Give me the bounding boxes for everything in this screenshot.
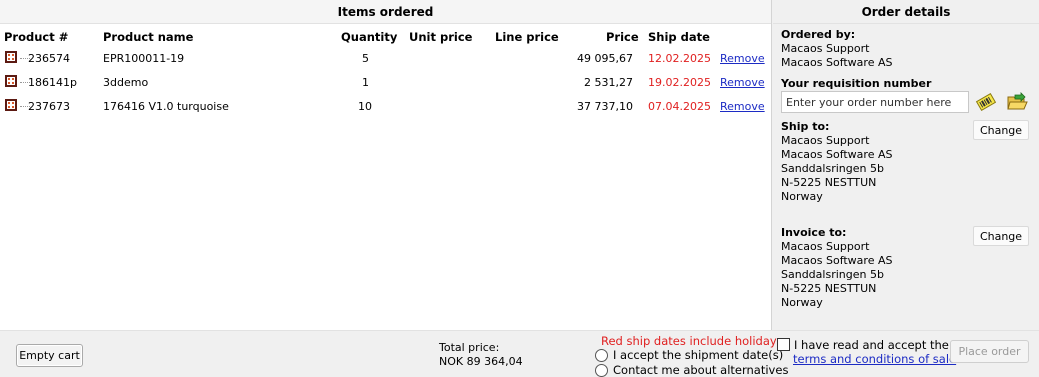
address-line: Macaos Support bbox=[781, 134, 870, 147]
ship-to-address: Macaos Support Macaos Software AS Sandda… bbox=[781, 134, 892, 204]
order-details-title: Order details bbox=[773, 0, 1039, 24]
place-order-button[interactable]: Place order bbox=[950, 340, 1029, 363]
address-line: N-5225 NESTTUN bbox=[781, 282, 877, 295]
col-quantity[interactable]: Quantity bbox=[341, 30, 397, 44]
address-line: Sanddalsringen 5b bbox=[781, 268, 884, 281]
table-row[interactable]: 186141p 3ddemo 1 2 531,27 19.02.2025 Rem… bbox=[0, 71, 771, 95]
quantity: 10 bbox=[358, 100, 372, 113]
product-icon[interactable] bbox=[5, 75, 30, 87]
total-price-label: Total price: bbox=[439, 341, 500, 354]
ship-to-label: Ship to: bbox=[781, 120, 830, 133]
ordered-by-value: Macaos Support Macaos Software AS bbox=[781, 42, 892, 70]
remove-link[interactable]: Remove bbox=[720, 52, 765, 65]
holiday-note: Red ship dates include holidays bbox=[601, 334, 783, 348]
address-line: Norway bbox=[781, 190, 823, 203]
product-icon[interactable] bbox=[5, 99, 30, 111]
change-ship-to-button[interactable]: Change bbox=[973, 120, 1029, 140]
remove-link[interactable]: Remove bbox=[720, 76, 765, 89]
product-no: 186141p bbox=[28, 76, 77, 89]
ordered-by-line: Macaos Support bbox=[781, 42, 870, 55]
invoice-to-address: Macaos Support Macaos Software AS Sandda… bbox=[781, 240, 892, 310]
ship-date: 19.02.2025 bbox=[648, 76, 711, 89]
address-line: Norway bbox=[781, 296, 823, 309]
total-price-value: NOK 89 364,04 bbox=[439, 355, 523, 368]
col-product-name[interactable]: Product name bbox=[103, 30, 193, 44]
product-name: 3ddemo bbox=[103, 76, 149, 89]
price: 49 095,67 bbox=[577, 52, 633, 65]
table-row[interactable]: 237673 176416 V1.0 turquoise 10 37 737,1… bbox=[0, 95, 771, 119]
remove-link[interactable]: Remove bbox=[720, 100, 765, 113]
price: 37 737,10 bbox=[577, 100, 633, 113]
product-no: 237673 bbox=[28, 100, 70, 113]
product-no: 236574 bbox=[28, 52, 70, 65]
terms-text: I have read and accept the bbox=[794, 338, 949, 352]
ship-date: 07.04.2025 bbox=[648, 100, 711, 113]
col-price[interactable]: Price bbox=[606, 30, 639, 44]
col-unit-price[interactable]: Unit price bbox=[409, 30, 472, 44]
accept-shipment-label: I accept the shipment date(s) bbox=[613, 348, 784, 362]
address-line: Macaos Software AS bbox=[781, 148, 893, 161]
accept-shipment-option[interactable]: I accept the shipment date(s) bbox=[595, 348, 783, 362]
address-line: Macaos Support bbox=[781, 240, 870, 253]
address-line: Macaos Software AS bbox=[781, 254, 893, 267]
ordered-by-label: Ordered by: bbox=[781, 28, 856, 41]
barcode-scan-icon[interactable] bbox=[975, 92, 997, 112]
quantity: 1 bbox=[362, 76, 369, 89]
requisition-input[interactable] bbox=[781, 91, 969, 113]
items-ordered-title: Items ordered bbox=[0, 0, 771, 24]
price: 2 531,27 bbox=[584, 76, 633, 89]
items-table-header: Product # Product name Quantity Unit pri… bbox=[0, 24, 771, 47]
product-name: EPR100011-19 bbox=[103, 52, 185, 65]
empty-cart-button[interactable]: Empty cart bbox=[16, 344, 83, 367]
items-table-body: 236574 EPR100011-19 5 49 095,67 12.02.20… bbox=[0, 47, 771, 119]
address-line: N-5225 NESTTUN bbox=[781, 176, 877, 189]
address-line: Sanddalsringen 5b bbox=[781, 162, 884, 175]
invoice-to-label: Invoice to: bbox=[781, 226, 847, 239]
terms-link[interactable]: terms and conditions of sale bbox=[793, 352, 956, 366]
col-product-no[interactable]: Product # bbox=[4, 30, 68, 44]
contact-alternatives-option[interactable]: Contact me about alternatives bbox=[595, 363, 788, 377]
contact-alternatives-radio[interactable] bbox=[595, 363, 608, 377]
ordered-by-line: Macaos Software AS bbox=[781, 56, 893, 69]
contact-alternatives-label: Contact me about alternatives bbox=[613, 363, 789, 377]
cart-footer: Empty cart Total price: NOK 89 364,04 Re… bbox=[0, 330, 1039, 377]
items-ordered-panel: Items ordered Product # Product name Qua… bbox=[0, 0, 772, 330]
accept-shipment-radio[interactable] bbox=[595, 348, 608, 362]
col-line-price[interactable]: Line price bbox=[495, 30, 559, 44]
product-icon[interactable] bbox=[5, 51, 30, 63]
quantity: 5 bbox=[362, 52, 369, 65]
table-row[interactable]: 236574 EPR100011-19 5 49 095,67 12.02.20… bbox=[0, 47, 771, 71]
accept-terms-checkbox[interactable] bbox=[777, 338, 790, 351]
change-invoice-to-button[interactable]: Change bbox=[973, 226, 1029, 246]
order-details-panel: Order details Ordered by: Macaos Support… bbox=[773, 0, 1039, 330]
ship-date: 12.02.2025 bbox=[648, 52, 711, 65]
col-ship-date[interactable]: Ship date bbox=[648, 30, 710, 44]
folder-open-icon[interactable] bbox=[1006, 92, 1028, 112]
requisition-label: Your requisition number bbox=[781, 77, 932, 90]
product-name: 176416 V1.0 turquoise bbox=[103, 100, 229, 113]
